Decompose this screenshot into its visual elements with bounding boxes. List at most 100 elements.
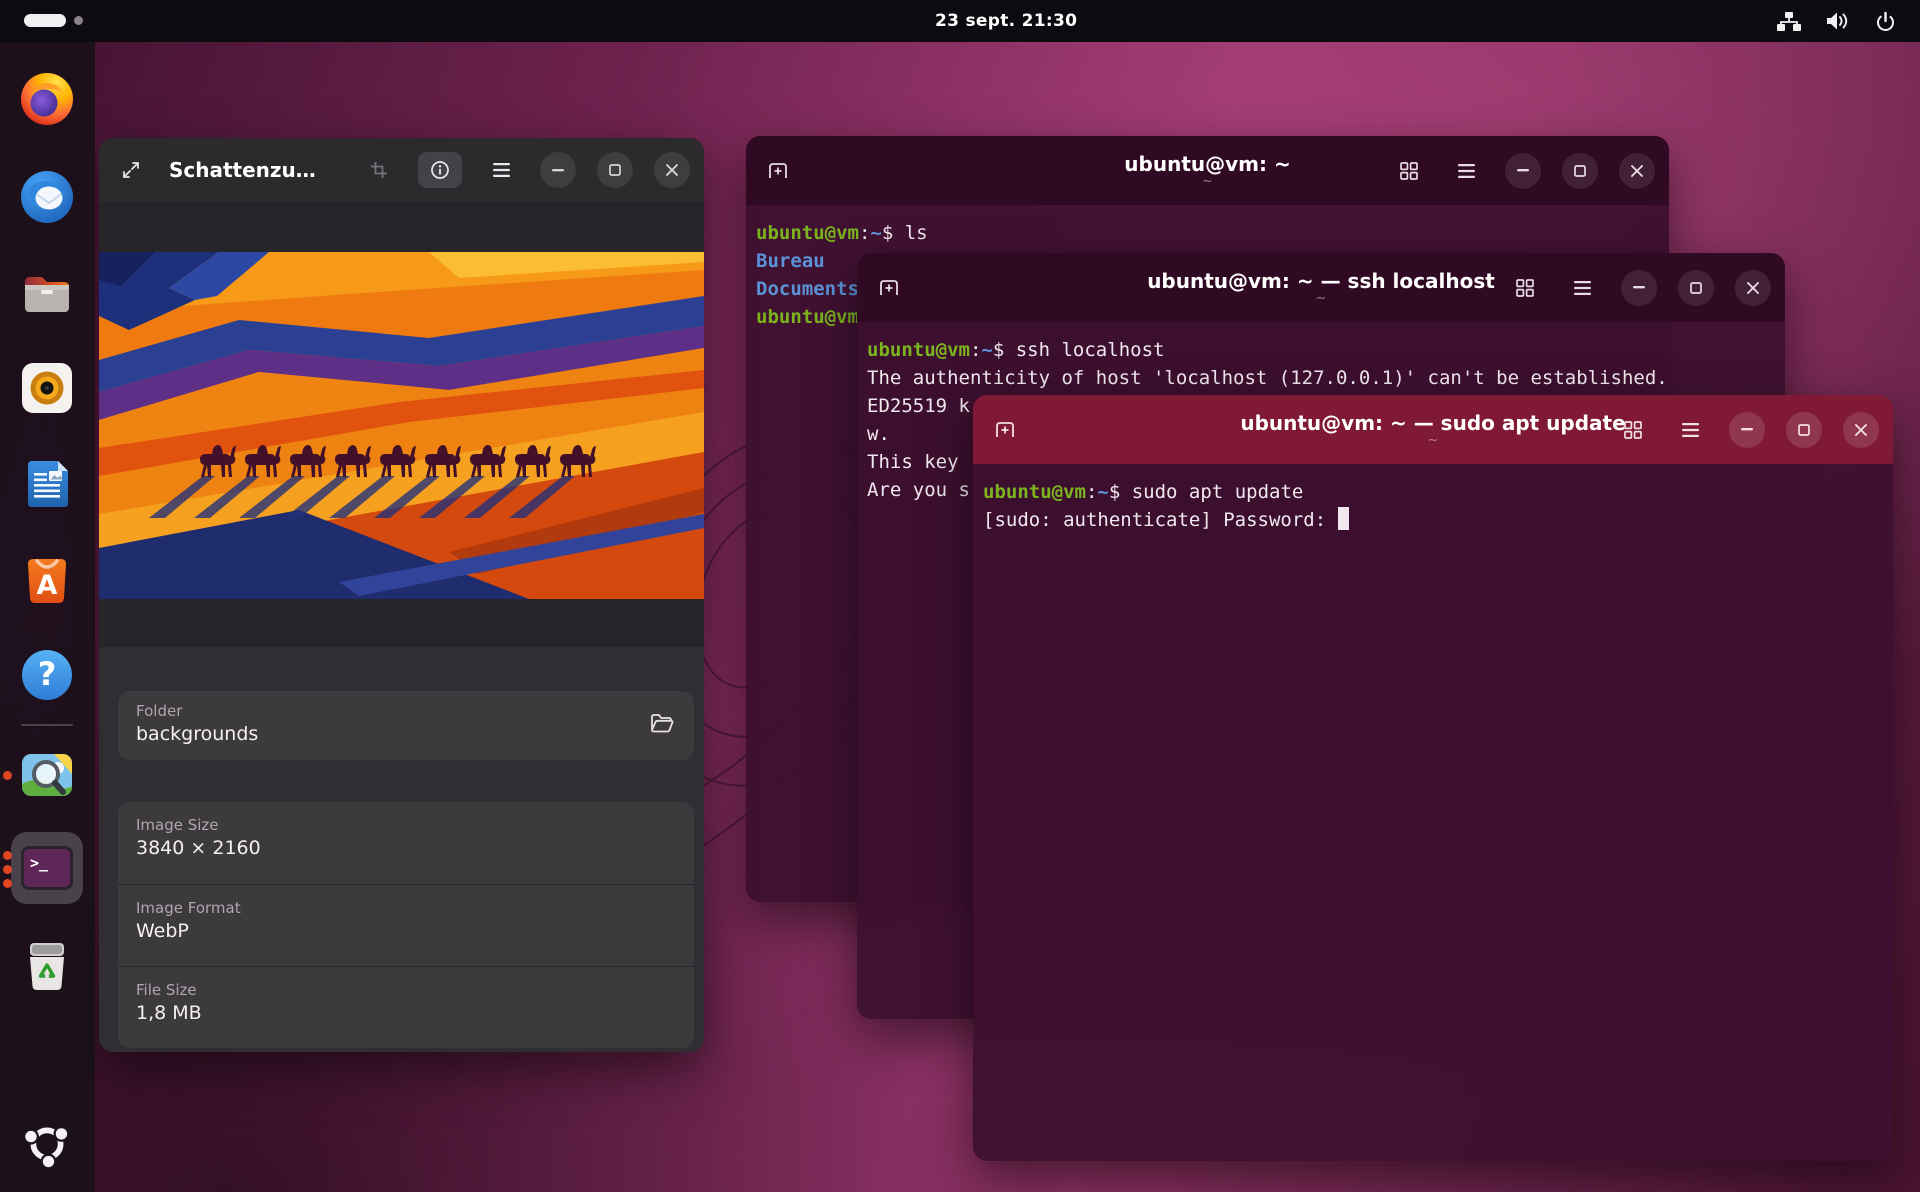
app-center-icon: A	[21, 552, 73, 606]
new-tab-button[interactable]	[760, 153, 796, 189]
image-format-value: WebP	[136, 920, 676, 942]
network-wired-icon	[1776, 10, 1802, 32]
maximize-button[interactable]	[597, 152, 633, 188]
help-icon: ?	[19, 647, 75, 703]
tab-overview-button[interactable]	[1391, 153, 1427, 189]
maximize-icon	[1574, 165, 1586, 177]
minimize-button[interactable]	[1729, 412, 1765, 448]
minimize-icon	[1517, 169, 1529, 172]
terminal-line: ubuntu@vm:~$ ssh localhost	[867, 336, 1775, 364]
maximize-button[interactable]	[1786, 412, 1822, 448]
folder-open-icon[interactable]	[650, 713, 674, 733]
svg-text:>_: >_	[30, 854, 49, 872]
crop-icon	[370, 161, 388, 179]
volume-icon	[1824, 10, 1850, 32]
hamburger-icon	[1682, 423, 1699, 437]
libreoffice-writer-icon	[22, 457, 72, 511]
file-size-value: 1,8 MB	[136, 1002, 676, 1024]
close-button[interactable]	[1619, 153, 1655, 189]
hamburger-icon	[1574, 281, 1591, 295]
menu-button[interactable]	[483, 152, 519, 188]
tab-overview-button[interactable]	[1615, 412, 1651, 448]
close-button[interactable]	[1735, 270, 1771, 306]
dock-item-help[interactable]: ?	[11, 639, 83, 711]
crop-button[interactable]	[361, 152, 397, 188]
maximize-button[interactable]	[1562, 153, 1598, 189]
new-tab-button[interactable]	[987, 412, 1023, 448]
svg-text:A: A	[37, 570, 58, 601]
detail-row-file-size: File Size 1,8 MB	[118, 966, 694, 1048]
image-viewer-icon	[20, 752, 74, 798]
image-size-value: 3840 × 2160	[136, 837, 676, 859]
expand-icon	[121, 160, 141, 180]
close-button[interactable]	[654, 152, 690, 188]
dock-item-thunderbird[interactable]	[11, 160, 83, 232]
trash-icon	[22, 939, 72, 993]
hamburger-icon	[1458, 164, 1475, 178]
detail-row-image-size: Image Size 3840 × 2160	[118, 802, 694, 884]
dock: A ?	[0, 42, 95, 1192]
minimize-button[interactable]	[1505, 153, 1541, 189]
dock-item-trash[interactable]	[11, 930, 83, 1002]
dock-item-terminal[interactable]: >_	[11, 832, 83, 904]
dock-item-show-apps[interactable]	[11, 1108, 83, 1180]
dock-item-rhythmbox[interactable]	[11, 352, 83, 424]
maximize-icon	[1690, 282, 1702, 294]
rhythmbox-icon	[20, 361, 74, 415]
terminal-2-titlebar[interactable]: ubuntu@vm: ~ — ssh localhost~	[857, 253, 1785, 322]
terminal-3-content[interactable]: ubuntu@vm:~$ sudo apt update[sudo: authe…	[973, 464, 1893, 1161]
dock-item-firefox[interactable]	[11, 63, 83, 135]
close-button[interactable]	[1843, 412, 1879, 448]
grid-icon	[1516, 279, 1534, 297]
power-icon	[1872, 10, 1898, 32]
workspace-indicator-active[interactable]	[24, 14, 66, 27]
menu-button[interactable]	[1564, 270, 1600, 306]
minimize-icon	[552, 169, 564, 172]
terminal-1-titlebar[interactable]: ubuntu@vm: ~~	[746, 136, 1669, 205]
maximize-icon	[1798, 424, 1810, 436]
minimize-button[interactable]	[540, 152, 576, 188]
folder-value: backgrounds	[136, 723, 676, 745]
dock-item-libreoffice-writer[interactable]	[11, 448, 83, 520]
viewed-image-camel-caravan[interactable]	[99, 252, 704, 599]
svg-text:?: ?	[38, 655, 57, 693]
image-format-label: Image Format	[136, 899, 676, 917]
detail-row-image-format: Image Format WebP	[118, 884, 694, 966]
close-icon	[1855, 424, 1867, 436]
dock-item-image-viewer[interactable]	[11, 739, 83, 811]
minimize-button[interactable]	[1621, 270, 1657, 306]
image-viewer-window: Schattenzu…	[99, 138, 704, 1052]
terminal-icon: >_	[19, 844, 75, 892]
info-button[interactable]	[418, 152, 462, 188]
terminal-3-titlebar[interactable]: ubuntu@vm: ~ — sudo apt update~	[973, 395, 1893, 464]
menu-button[interactable]	[1448, 153, 1484, 189]
menu-button[interactable]	[1672, 412, 1708, 448]
dock-item-files[interactable]	[11, 256, 83, 328]
maximize-button[interactable]	[1678, 270, 1714, 306]
clock[interactable]: 23 sept. 21:30	[935, 0, 1077, 42]
system-status-area[interactable]	[1776, 0, 1898, 42]
terminal-cursor	[1338, 507, 1349, 530]
image-viewer-titlebar[interactable]: Schattenzu…	[99, 138, 704, 202]
new-tab-button[interactable]	[871, 270, 907, 306]
grid-icon	[1400, 162, 1418, 180]
fullscreen-button[interactable]	[113, 152, 149, 188]
workspace-indicator-secondary[interactable]	[74, 16, 83, 25]
tab-overview-button[interactable]	[1507, 270, 1543, 306]
folder-row[interactable]: Folder backgrounds	[118, 691, 694, 760]
hamburger-icon	[493, 163, 510, 177]
new-tab-icon	[878, 277, 900, 299]
terminal-line: ubuntu@vm:~$ sudo apt update	[983, 478, 1883, 506]
close-icon	[1747, 282, 1759, 294]
ubuntu-logo-icon	[22, 1119, 72, 1169]
minimize-icon	[1741, 428, 1753, 431]
close-icon	[666, 164, 678, 176]
dock-item-app-center[interactable]: A	[11, 543, 83, 615]
firefox-icon	[18, 70, 76, 128]
image-details-card: Image Size 3840 × 2160 Image Format WebP…	[118, 802, 694, 1048]
terminal-line: [sudo: authenticate] Password:	[983, 506, 1883, 534]
terminal-window-sudo: ubuntu@vm: ~ — sudo apt update~ ubuntu@v…	[973, 395, 1893, 1161]
dock-separator	[21, 724, 73, 726]
grid-icon	[1624, 421, 1642, 439]
terminal-line: ubuntu@vm:~$ ls	[756, 219, 1659, 247]
